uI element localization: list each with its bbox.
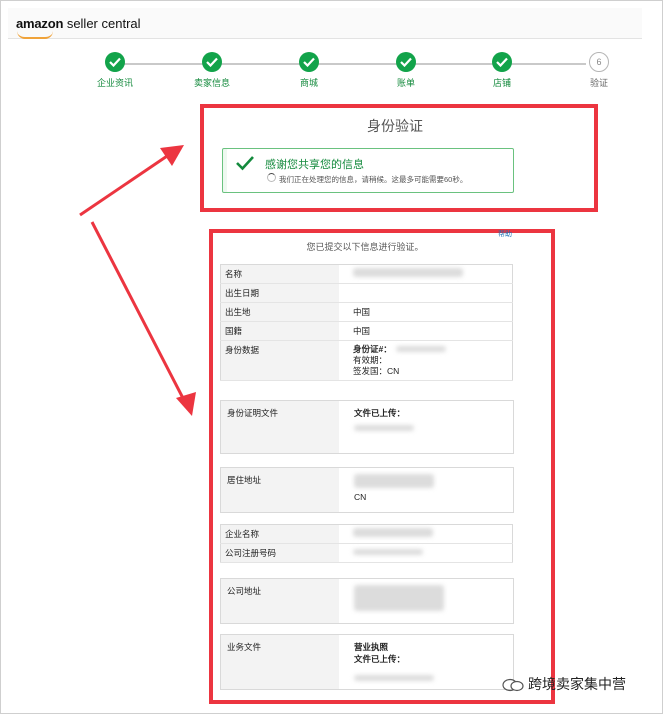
- personal-info-table: 名称 出生日期 出生地 中国 国籍 中国 身份数据 身份证#： 有效期： 签发国…: [220, 264, 513, 381]
- submitted-intro: 您已提交以下信息进行验证。: [306, 242, 424, 252]
- redacted-address: [354, 474, 434, 488]
- redacted-filename: [354, 425, 414, 431]
- company-info-table: 企业名称 公司注册号码: [220, 524, 513, 563]
- table-row: 出生地 中国: [220, 302, 513, 322]
- table-row: 国籍 中国: [220, 321, 513, 341]
- redacted-value: [395, 346, 446, 352]
- arrow-to-details: [90, 221, 188, 405]
- table-row: 出生日期: [220, 283, 513, 303]
- redacted-address: [354, 585, 444, 611]
- company-address-block: 公司地址: [220, 578, 514, 624]
- arrow-head-icon: [176, 392, 196, 416]
- redacted-value: [353, 549, 423, 555]
- redacted-value: [353, 268, 463, 277]
- help-link[interactable]: 帮助: [498, 229, 512, 239]
- business-documents-block: 业务文件 营业执照 文件已上传：: [220, 634, 514, 690]
- wechat-icon: [502, 678, 524, 692]
- watermark: 跨境卖家集中营: [502, 674, 626, 694]
- redacted-filename: [354, 675, 434, 681]
- table-row: 公司注册号码: [220, 543, 513, 563]
- redacted-value: [353, 528, 433, 537]
- arrow-to-notice: [79, 148, 177, 217]
- table-row: 企业名称: [220, 524, 513, 544]
- table-row: 身份数据 身份证#： 有效期： 签发国：CN: [220, 340, 513, 381]
- id-document-block: 身份证明文件 文件已上传：: [220, 400, 514, 454]
- table-row: 名称: [220, 264, 513, 284]
- residence-address-block: 居住地址 CN: [220, 467, 514, 513]
- arrow-head-icon: [160, 145, 184, 166]
